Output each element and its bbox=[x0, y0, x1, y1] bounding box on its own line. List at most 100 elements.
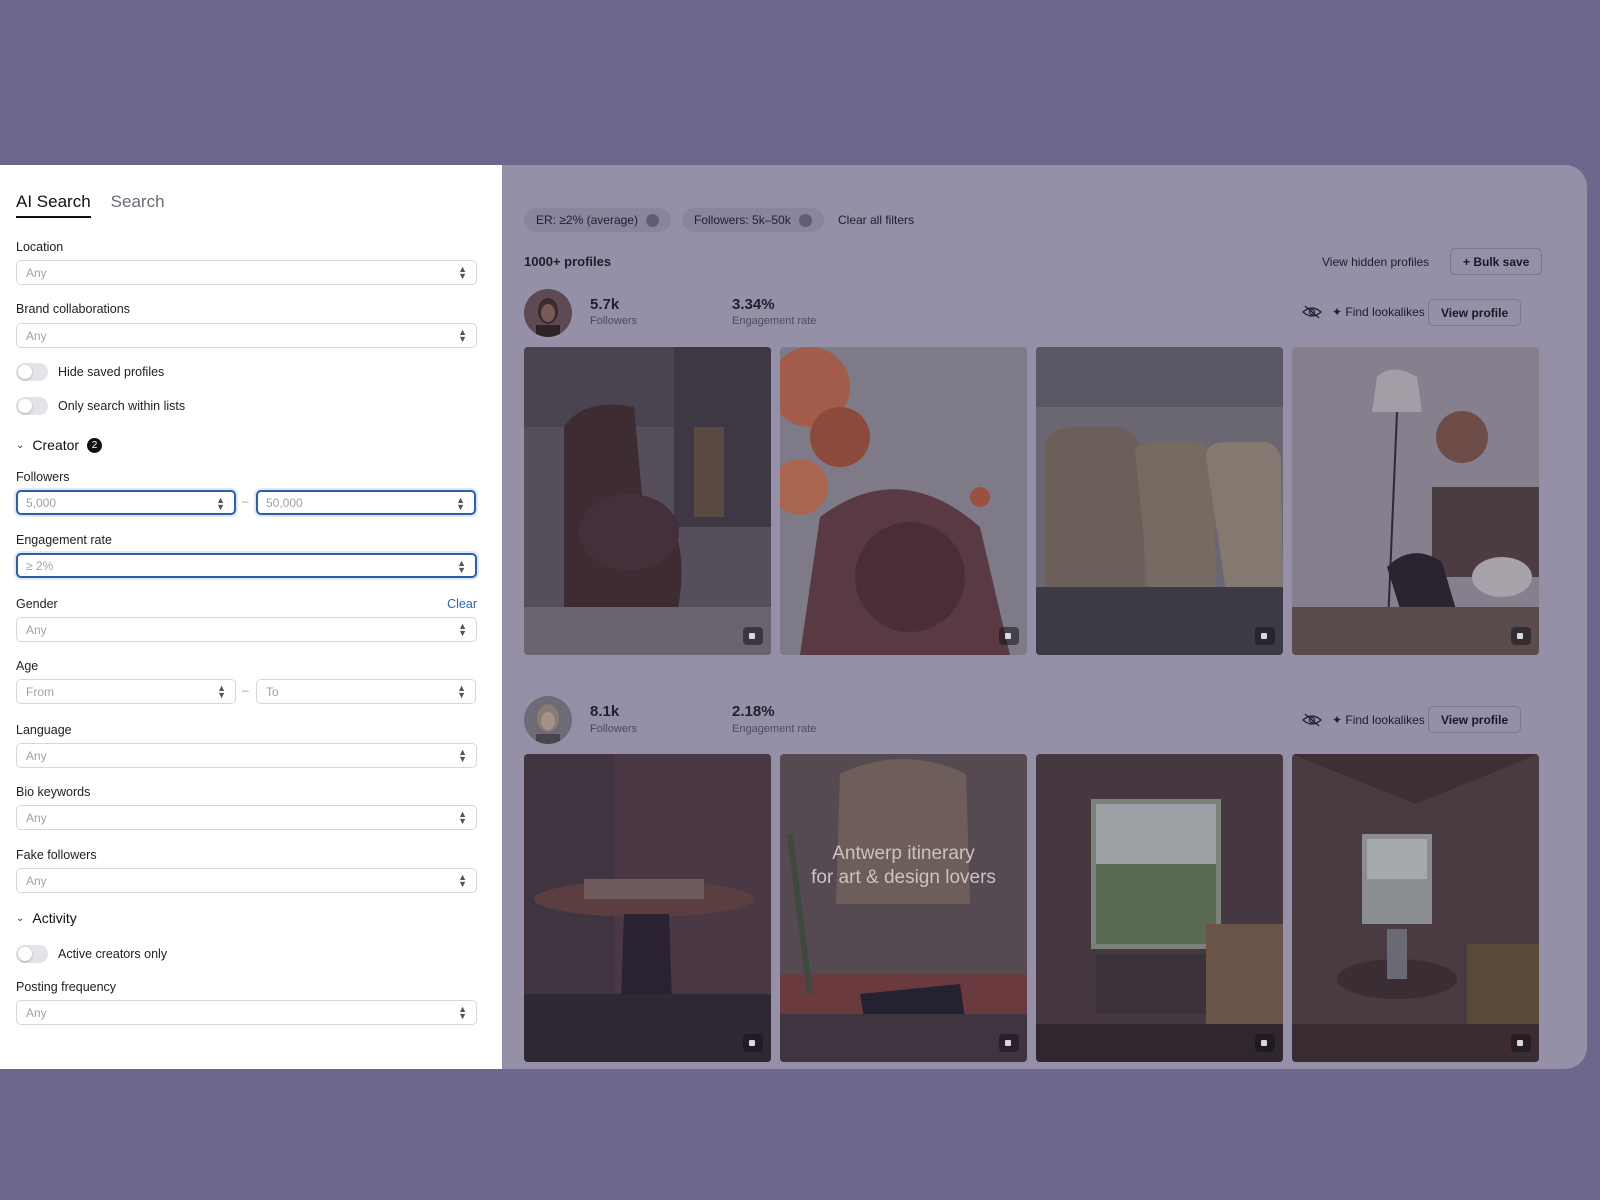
bio-keywords-input[interactable]: Any ▲ ▼ bbox=[16, 805, 477, 830]
brand-value: Any bbox=[26, 329, 47, 343]
age-from-value: From bbox=[26, 685, 54, 699]
updown-icon: ▲ ▼ bbox=[216, 495, 225, 512]
updown-icon: ▲ ▼ bbox=[458, 809, 467, 826]
post-thumbnail[interactable]: Antwerp itinerary for art & design lovers bbox=[780, 754, 1027, 1062]
avatar[interactable] bbox=[524, 289, 572, 337]
sparkle-icon: ✦ bbox=[1332, 305, 1346, 319]
results-panel: ER: ≥2% (average) Followers: 5k–50k Clea… bbox=[502, 165, 1587, 1069]
posting-label: Posting frequency bbox=[16, 980, 117, 994]
video-icon bbox=[999, 1034, 1019, 1052]
video-icon bbox=[1511, 1034, 1531, 1052]
find-lookalikes-button[interactable]: ✦ Find lookalikes bbox=[1332, 713, 1425, 727]
tab-ai-search[interactable]: AI Search bbox=[16, 192, 91, 218]
followers-count: 8.1k bbox=[590, 703, 620, 720]
chip-er-label: ER: ≥2% (average) bbox=[536, 213, 638, 227]
view-profile-button[interactable]: View profile bbox=[1428, 706, 1522, 733]
remove-chip-icon[interactable] bbox=[645, 213, 659, 227]
brand-label: Brand collaborations bbox=[16, 302, 130, 316]
updown-icon: ▲ ▼ bbox=[458, 1004, 467, 1021]
updown-icon: ▲ ▼ bbox=[457, 558, 466, 575]
followers-from-input[interactable]: 5,000 ▲ ▼ bbox=[16, 490, 236, 515]
hide-profile-icon[interactable] bbox=[1302, 713, 1322, 727]
language-value: Any bbox=[26, 749, 47, 763]
tab-search[interactable]: Search bbox=[111, 192, 165, 218]
gender-value: Any bbox=[26, 623, 47, 637]
activity-section-header[interactable]: ⌄ Activity bbox=[16, 910, 77, 926]
hide-saved-toggle[interactable] bbox=[16, 363, 48, 381]
updown-icon: ▲ ▼ bbox=[458, 872, 467, 889]
chevron-down-icon: ⌄ bbox=[16, 439, 25, 451]
engagement-caption: Engagement rate bbox=[732, 723, 817, 735]
updown-icon: ▲ ▼ bbox=[456, 495, 465, 512]
post-thumbnail[interactable] bbox=[1292, 754, 1539, 1062]
bulk-save-button[interactable]: + Bulk save bbox=[1450, 248, 1543, 275]
updown-icon: ▲ ▼ bbox=[458, 747, 467, 764]
video-icon bbox=[743, 627, 763, 645]
post-thumbnail[interactable] bbox=[524, 347, 771, 655]
language-select[interactable]: Any ▲ ▼ bbox=[16, 743, 477, 768]
updown-icon: ▲ ▼ bbox=[457, 683, 466, 700]
post-thumbnail[interactable] bbox=[1292, 347, 1539, 655]
view-profile-button[interactable]: View profile bbox=[1428, 299, 1522, 326]
gender-clear-link[interactable]: Clear bbox=[447, 597, 477, 611]
creator-count-badge: 2 bbox=[87, 437, 103, 453]
creator-section-label: Creator bbox=[32, 437, 80, 453]
followers-to-input[interactable]: 50,000 ▲ ▼ bbox=[256, 490, 476, 515]
hide-profile-icon[interactable] bbox=[1302, 305, 1322, 319]
followers-caption: Followers bbox=[590, 723, 638, 735]
gender-select[interactable]: Any ▲ ▼ bbox=[16, 617, 477, 642]
creator-section-header[interactable]: ⌄ Creator 2 bbox=[16, 437, 103, 453]
updown-icon: ▲ ▼ bbox=[458, 327, 467, 344]
fake-value: Any bbox=[26, 874, 47, 888]
fake-label: Fake followers bbox=[16, 848, 97, 862]
active-only-row: Active creators only bbox=[16, 945, 167, 963]
video-icon bbox=[999, 627, 1019, 645]
video-icon bbox=[1255, 1034, 1275, 1052]
overlay-line-2: for art & design lovers bbox=[811, 867, 996, 888]
chip-followers-label: Followers: 5k–50k bbox=[694, 213, 791, 227]
posting-frequency-select[interactable]: Any ▲ ▼ bbox=[16, 1000, 477, 1025]
age-to-select[interactable]: To ▲ ▼ bbox=[256, 679, 476, 704]
hide-saved-label: Hide saved profiles bbox=[58, 365, 165, 379]
only-lists-row: Only search within lists bbox=[16, 397, 185, 415]
filter-chip-er[interactable]: ER: ≥2% (average) bbox=[524, 208, 671, 232]
post-thumbnail[interactable] bbox=[524, 754, 771, 1062]
filter-chip-followers[interactable]: Followers: 5k–50k bbox=[682, 208, 824, 232]
range-dash: – bbox=[242, 494, 249, 508]
location-select[interactable]: Any ▲ ▼ bbox=[16, 260, 477, 285]
post-thumbnail[interactable] bbox=[1036, 347, 1283, 655]
only-lists-label: Only search within lists bbox=[58, 399, 186, 413]
followers-count: 5.7k bbox=[590, 296, 620, 313]
find-lookalikes-label: Find lookalikes bbox=[1345, 713, 1425, 727]
find-lookalikes-button[interactable]: ✦ Find lookalikes bbox=[1332, 305, 1425, 319]
brand-select[interactable]: Any ▲ ▼ bbox=[16, 323, 477, 348]
engagement-value: 2.18% bbox=[732, 703, 775, 720]
followers-caption: Followers bbox=[590, 315, 638, 327]
engagement-value: 3.34% bbox=[732, 296, 775, 313]
remove-chip-icon[interactable] bbox=[798, 213, 812, 227]
engagement-value: ≥ 2% bbox=[26, 559, 54, 573]
clear-all-filters-link[interactable]: Clear all filters bbox=[838, 213, 914, 227]
range-dash: – bbox=[242, 683, 249, 697]
view-hidden-profiles-link[interactable]: View hidden profiles bbox=[1322, 255, 1429, 269]
avatar[interactable] bbox=[524, 696, 572, 744]
updown-icon: ▲ ▼ bbox=[217, 683, 226, 700]
find-lookalikes-label: Find lookalikes bbox=[1345, 305, 1425, 319]
engagement-input[interactable]: ≥ 2% ▲ ▼ bbox=[16, 553, 477, 578]
bio-label: Bio keywords bbox=[16, 785, 91, 799]
only-lists-toggle[interactable] bbox=[16, 397, 48, 415]
age-label: Age bbox=[16, 659, 39, 673]
bio-value: Any bbox=[26, 811, 47, 825]
age-from-select[interactable]: From ▲ ▼ bbox=[16, 679, 236, 704]
sparkle-icon: ✦ bbox=[1332, 713, 1346, 727]
fake-followers-select[interactable]: Any ▲ ▼ bbox=[16, 868, 477, 893]
video-icon bbox=[1255, 627, 1275, 645]
language-label: Language bbox=[16, 723, 72, 737]
post-overlay-text: Antwerp itinerary for art & design lovers bbox=[780, 842, 1027, 890]
post-thumbnail[interactable] bbox=[1036, 754, 1283, 1062]
age-to-value: To bbox=[266, 685, 279, 699]
hide-saved-row: Hide saved profiles bbox=[16, 363, 164, 381]
active-only-toggle[interactable] bbox=[16, 945, 48, 963]
post-thumbnail[interactable] bbox=[780, 347, 1027, 655]
video-icon bbox=[743, 1034, 763, 1052]
